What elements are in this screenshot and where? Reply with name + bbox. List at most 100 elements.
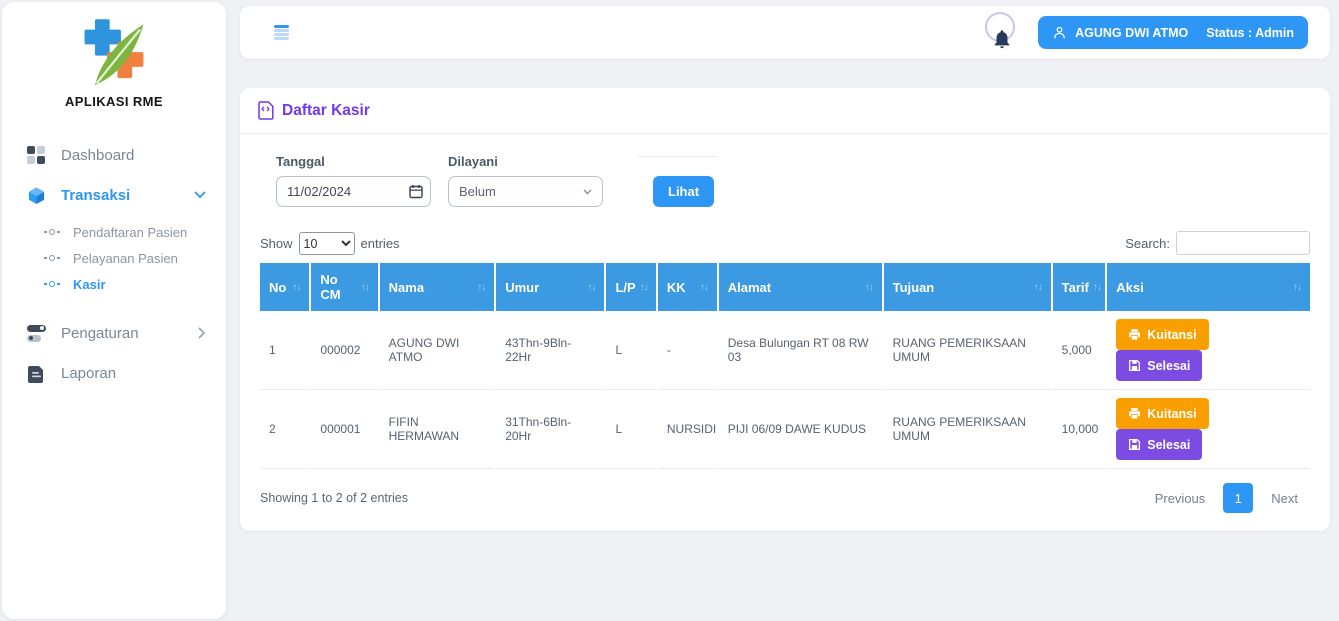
dilayani-label: Dilayani — [448, 154, 603, 169]
save-icon — [1128, 359, 1141, 372]
file-code-icon — [258, 101, 275, 120]
entries-info: Showing 1 to 2 of 2 entries — [260, 491, 408, 505]
sort-icon: ↑↓ — [361, 282, 369, 293]
lihat-wrap: Lihat — [653, 176, 714, 207]
chevron-right-icon — [198, 327, 206, 339]
col-header-tarif[interactable]: Tarif↑↓ — [1052, 263, 1107, 311]
selesai-label: Selesai — [1147, 438, 1190, 452]
sort-icon: ↑↓ — [1093, 282, 1101, 293]
sidebar-item-dashboard[interactable]: Dashboard — [2, 135, 226, 175]
cell-aksi: Kuitansi Selesai — [1106, 390, 1310, 469]
sidebar-item-kasir[interactable]: Kasir — [2, 271, 226, 297]
search-input[interactable] — [1176, 231, 1310, 255]
main-area: AGUNG DWI ATMO Status : Admin Daftar Kas… — [240, 6, 1330, 531]
col-label: Nama — [389, 280, 424, 295]
menu-toggle-icon[interactable] — [270, 21, 293, 43]
col-header-alamat[interactable]: Alamat↑↓ — [718, 263, 883, 311]
page-size-select[interactable]: 10 — [299, 232, 355, 255]
col-header-tujuan[interactable]: Tujuan↑↓ — [883, 263, 1052, 311]
save-icon — [1128, 438, 1141, 451]
topbar: AGUNG DWI ATMO Status : Admin — [240, 6, 1330, 59]
entries-label: entries — [361, 236, 400, 251]
logo-medical-cross-leaf-icon — [77, 14, 151, 92]
cube-icon — [26, 185, 46, 205]
kuitansi-label: Kuitansi — [1147, 328, 1196, 342]
show-label: Show — [260, 236, 293, 251]
selesai-button[interactable]: Selesai — [1116, 350, 1202, 381]
cell-aksi: Kuitansi Selesai — [1106, 311, 1310, 390]
pagination-next[interactable]: Next — [1259, 485, 1310, 512]
search-label: Search: — [1125, 236, 1170, 251]
user-status: Status : Admin — [1206, 26, 1294, 40]
tanggal-input-wrap — [276, 176, 431, 207]
cell-tarif: 5,000 — [1052, 311, 1107, 390]
col-header-kk[interactable]: KK↑↓ — [657, 263, 718, 311]
kuitansi-button[interactable]: Kuitansi — [1116, 398, 1208, 429]
cell-kk: - — [657, 311, 718, 390]
user-name: AGUNG DWI ATMO — [1075, 26, 1188, 40]
card-body: Tanggal Dilayani — [240, 134, 1330, 531]
cell-lp: L — [605, 311, 656, 390]
sidebar-item-pelayanan-pasien[interactable]: Pelayanan Pasien — [2, 245, 226, 271]
chevron-down-icon — [194, 191, 206, 199]
col-label: No CM — [320, 272, 356, 302]
select-caret-icon — [583, 189, 592, 195]
divider — [638, 156, 716, 157]
calendar-icon[interactable] — [409, 184, 423, 199]
logo-text: APLIKASI RME — [65, 94, 163, 109]
notifications-bell-icon[interactable] — [984, 10, 1020, 56]
sort-icon: ↑↓ — [1293, 282, 1301, 293]
dilayani-select[interactable]: Belum — [448, 176, 603, 207]
bullet-icon — [44, 281, 60, 287]
cell-no: 1 — [260, 311, 310, 390]
tanggal-field: Tanggal — [276, 154, 431, 207]
table-controls: Show 10 entries Search: — [260, 231, 1310, 255]
lihat-button[interactable]: Lihat — [653, 176, 714, 207]
sort-icon: ↑↓ — [587, 282, 595, 293]
nav-label-dashboard: Dashboard — [61, 147, 206, 164]
daftar-kasir-card: Daftar Kasir Tanggal — [240, 88, 1330, 531]
dilayani-field: Dilayani Belum — [448, 154, 603, 207]
sidebar-item-pendaftaran-pasien[interactable]: Pendaftaran Pasien — [2, 219, 226, 245]
kasir-table: No↑↓ No CM↑↓ Nama↑↓ Umur↑↓ L/P↑↓ KK↑↓ Al… — [260, 263, 1310, 469]
col-header-aksi[interactable]: Aksi↑↓ — [1106, 263, 1310, 311]
col-header-no[interactable]: No↑↓ — [260, 263, 310, 311]
selesai-label: Selesai — [1147, 359, 1190, 373]
sidebar-item-laporan[interactable]: Laporan — [2, 353, 226, 393]
subitem-label: Pelayanan Pasien — [73, 251, 178, 266]
pagination-page-1[interactable]: 1 — [1223, 483, 1253, 513]
col-label: KK — [667, 280, 686, 295]
user-badge[interactable]: AGUNG DWI ATMO Status : Admin — [1038, 16, 1308, 49]
tanggal-input[interactable] — [276, 176, 431, 207]
col-header-lp[interactable]: L/P↑↓ — [605, 263, 656, 311]
search-control: Search: — [1125, 231, 1310, 255]
subitem-label: Kasir — [73, 277, 106, 292]
app-logo[interactable]: APLIKASI RME — [2, 14, 226, 109]
table-row: 2 000001 FIFIN HERMAWAN 31Thn-6Bln-20Hr … — [260, 390, 1310, 469]
col-label: Umur — [505, 280, 539, 295]
col-header-no-cm[interactable]: No CM ↑↓ — [310, 263, 378, 311]
sort-icon: ↑↓ — [1034, 282, 1042, 293]
col-header-nama[interactable]: Nama ↑↓ — [379, 263, 496, 311]
pagination-previous[interactable]: Previous — [1143, 485, 1218, 512]
cell-no-cm: 000001 — [310, 390, 378, 469]
kuitansi-label: Kuitansi — [1147, 407, 1196, 421]
cell-tujuan: RUANG PEMERIKSAAN UMUM — [883, 390, 1052, 469]
col-header-umur[interactable]: Umur ↑↓ — [495, 263, 605, 311]
dilayani-selected-value: Belum — [459, 184, 496, 199]
sidebar-item-pengaturan[interactable]: Pengaturan — [2, 313, 226, 353]
tanggal-label: Tanggal — [276, 154, 431, 169]
transaksi-submenu: Pendaftaran Pasien Pelayanan Pasien Kasi… — [2, 215, 226, 305]
sort-icon: ↑↓ — [477, 282, 485, 293]
cell-nama: FIFIN HERMAWAN — [379, 390, 496, 469]
kuitansi-button[interactable]: Kuitansi — [1116, 319, 1208, 350]
cell-tarif: 10,000 — [1052, 390, 1107, 469]
selesai-button[interactable]: Selesai — [1116, 429, 1202, 460]
cell-tujuan: RUANG PEMERIKSAAN UMUM — [883, 311, 1052, 390]
subitem-label: Pendaftaran Pasien — [73, 225, 187, 240]
sort-icon: ↑↓ — [292, 282, 300, 293]
nav-label-laporan: Laporan — [61, 365, 206, 382]
col-label: L/P — [615, 280, 635, 295]
sidebar-item-transaksi[interactable]: Transaksi — [2, 175, 226, 215]
card-header: Daftar Kasir — [240, 88, 1330, 134]
